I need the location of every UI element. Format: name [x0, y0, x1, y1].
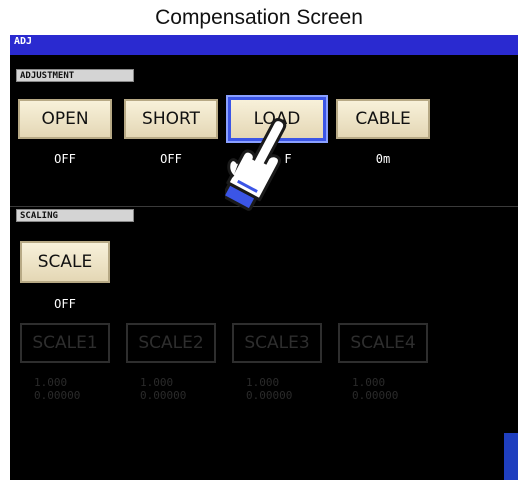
scale2-b-value: 0.00000: [140, 389, 187, 402]
scale1-a-value: 1.000: [34, 376, 68, 389]
screen-header: ADJ: [10, 35, 518, 55]
adjustment-section-label: ADJUSTMENT: [16, 69, 134, 82]
page-title: Compensation Screen: [155, 6, 363, 29]
open-button[interactable]: OPEN: [18, 99, 112, 139]
scale2-a-value: 1.000: [140, 376, 174, 389]
scale-status: OFF: [54, 297, 76, 311]
scale1-button: SCALE1: [20, 323, 110, 363]
pointing-hand-icon: [225, 118, 287, 211]
scaling-section-label: SCALING: [16, 209, 134, 222]
scale3-b-value: 0.00000: [246, 389, 293, 402]
scroll-tab[interactable]: [504, 433, 518, 480]
short-button[interactable]: SHORT: [124, 99, 218, 139]
scale3-a-value: 1.000: [246, 376, 280, 389]
open-status: OFF: [54, 152, 76, 166]
short-status: OFF: [160, 152, 182, 166]
scale4-button: SCALE4: [338, 323, 428, 363]
scale3-button: SCALE3: [232, 323, 322, 363]
cable-status: 0m: [375, 152, 391, 166]
scale1-b-value: 0.00000: [34, 389, 81, 402]
device-screen: ADJ ADJUSTMENT OPEN SHORT LOAD CABLE OFF…: [10, 35, 518, 480]
scale4-a-value: 1.000: [352, 376, 386, 389]
scale4-b-value: 0.00000: [352, 389, 399, 402]
scale2-button: SCALE2: [126, 323, 216, 363]
cable-button[interactable]: CABLE: [336, 99, 430, 139]
scale-button[interactable]: SCALE: [20, 241, 110, 283]
